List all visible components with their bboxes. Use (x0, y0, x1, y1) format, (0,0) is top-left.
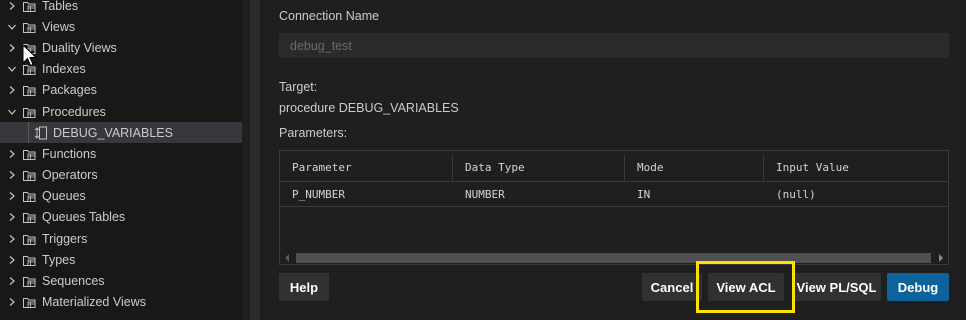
sidebar-item-functions[interactable]: Functions (0, 143, 250, 164)
parameter-cell: P_NUMBER (292, 187, 345, 201)
mode-cell: IN (637, 187, 651, 201)
cancel-button[interactable]: Cancel (642, 273, 702, 301)
chevron-right-icon[interactable] (7, 85, 17, 95)
data-type-cell: NUMBER (465, 187, 505, 201)
sidebar-item-label: Operators (42, 168, 98, 183)
sidebar-item-label: Queues (42, 189, 86, 204)
sidebar-item-packages[interactable]: Packages (0, 80, 250, 101)
sidebar-item-views[interactable]: Views (0, 16, 250, 37)
debug-button[interactable]: Debug (887, 273, 949, 301)
scroll-left-icon[interactable] (285, 254, 289, 262)
parameters-table: Parameter Data Type Mode Input Value P_N… (279, 150, 949, 265)
chevron-right-icon[interactable] (7, 255, 17, 265)
operator-icon (22, 168, 37, 182)
mouse-cursor-icon (22, 44, 38, 67)
help-button[interactable]: Help (279, 273, 329, 301)
panel-divider[interactable] (250, 0, 260, 320)
sidebar-item-label: Queues Tables (42, 210, 126, 225)
sidebar-item-label: Materialized Views (42, 295, 146, 310)
sidebar-item-operators[interactable]: Operators (0, 165, 250, 186)
connection-name-input[interactable] (279, 33, 949, 58)
connection-name-label: Connection Name (279, 9, 380, 23)
sidebar-item-label: Procedures (42, 104, 106, 119)
sidebar-item-triggers[interactable]: Triggers (0, 228, 250, 249)
sidebar-item-label: Indexes (42, 62, 86, 77)
tree-indent-guide (13, 122, 29, 144)
sidebar-item-label: Functions (42, 146, 97, 161)
chevron-right-icon[interactable] (7, 276, 17, 286)
sidebar-item-materialized-views[interactable]: Materialized Views (0, 292, 250, 313)
view-plsql-button[interactable]: View PL/SQL (792, 273, 881, 301)
sidebar-item-queues-tables[interactable]: Queues Tables (0, 207, 250, 228)
sidebar-tree: Tables Views Duality Views Indexes Packages P… (0, 0, 250, 320)
highlight-annotation-box (696, 261, 795, 313)
sidebar-item-procedures[interactable]: Procedures (0, 101, 250, 122)
sidebar-item-debug-variables[interactable]: DEBUG_VARIABLES (0, 122, 250, 144)
chevron-down-icon[interactable] (7, 22, 17, 32)
column-header-mode[interactable]: Mode (625, 155, 764, 180)
horizontal-scrollbar[interactable] (280, 251, 948, 264)
view-icon (22, 20, 37, 34)
chevron-right-icon[interactable] (7, 234, 17, 244)
chevron-down-icon[interactable] (7, 107, 17, 117)
chevron-right-icon[interactable] (7, 297, 17, 307)
target-label: Target: (279, 80, 318, 94)
scroll-right-icon[interactable] (939, 254, 943, 262)
chevron-right-icon[interactable] (7, 212, 17, 222)
target-value: procedure DEBUG_VARIABLES (279, 101, 459, 115)
input-value-cell[interactable]: (null) (764, 182, 948, 206)
chevron-down-icon[interactable] (7, 64, 17, 74)
queue-icon (22, 189, 37, 203)
sidebar-item-label: Packages (42, 83, 97, 98)
package-icon (22, 83, 37, 97)
scrollbar-thumb[interactable] (296, 253, 931, 263)
chevron-right-icon[interactable] (7, 43, 17, 53)
sidebar-item-label: Sequences (42, 274, 105, 289)
sidebar-scrollbar[interactable] (242, 0, 250, 320)
sidebar-item-sequences[interactable]: Sequences (0, 270, 250, 291)
function-icon (22, 147, 37, 161)
trigger-icon (22, 232, 37, 246)
sidebar-item-label: Duality Views (42, 40, 117, 55)
sidebar-item-tables[interactable]: Tables (0, 0, 250, 16)
table-icon (22, 0, 37, 13)
sidebar-item-label: Views (42, 19, 76, 34)
type-icon (22, 253, 37, 267)
chevron-right-icon[interactable] (7, 170, 17, 180)
procedure-icon (22, 105, 37, 119)
chevron-right-icon[interactable] (7, 191, 17, 201)
sidebar-item-label: DEBUG_VARIABLES (53, 125, 173, 140)
sequence-icon (22, 274, 37, 288)
column-header-input-value[interactable]: Input Value (764, 155, 948, 180)
queue-table-icon (22, 210, 37, 224)
sidebar-item-label: Triggers (42, 231, 88, 246)
column-header-parameter[interactable]: Parameter (280, 155, 453, 180)
procedure-item-icon (33, 126, 48, 140)
table-header-row: Parameter Data Type Mode Input Value (280, 155, 948, 180)
debug-dialog: Connection Name Target: procedure DEBUG_… (260, 0, 966, 320)
table-row[interactable]: P_NUMBER NUMBER IN (null) (280, 181, 948, 207)
sidebar-item-label: Tables (42, 0, 79, 13)
column-header-data-type[interactable]: Data Type (453, 155, 625, 180)
sidebar-item-label: Types (42, 252, 76, 267)
sidebar-item-queues[interactable]: Queues (0, 186, 250, 207)
sidebar-item-types[interactable]: Types (0, 249, 250, 270)
materialized-view-icon (22, 295, 37, 309)
chevron-right-icon[interactable] (7, 149, 17, 159)
parameters-label: Parameters: (279, 126, 348, 140)
chevron-right-icon[interactable] (7, 1, 17, 11)
